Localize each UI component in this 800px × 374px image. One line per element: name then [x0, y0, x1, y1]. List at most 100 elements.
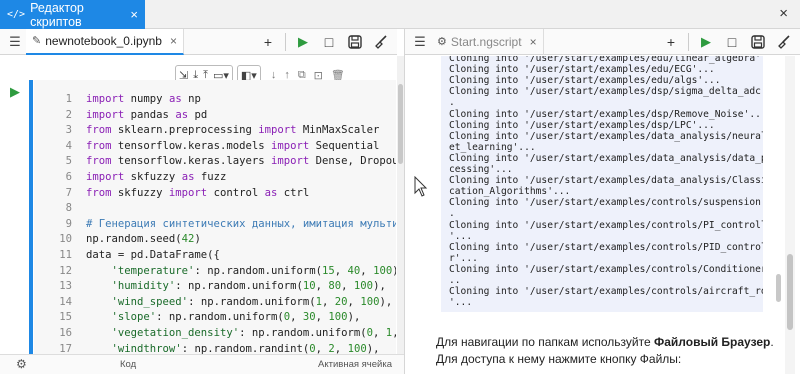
- code-text: from tensorflow.keras.layers import Dens…: [86, 155, 396, 168]
- output-line: Cloning into '/user/start/examples/dsp/s…: [449, 86, 763, 98]
- tab-notebook[interactable]: ✎ newnotebook_0.ipynb ×: [26, 28, 184, 55]
- code-text: import skfuzzy as fuzz: [86, 171, 227, 183]
- scroll-thumb[interactable]: [787, 254, 793, 330]
- add-cell-button[interactable]: +: [256, 31, 280, 53]
- code-text: 'slope': np.random.uniform(0, 30, 100),: [111, 311, 361, 324]
- code-line[interactable]: 16 'vegetation_density': np.random.unifo…: [34, 325, 396, 341]
- code-line[interactable]: 14 'wind_speed': np.random.uniform(1, 20…: [34, 294, 396, 310]
- code-text: 'windthrow': np.random.randint(0, 2, 100…: [111, 342, 380, 354]
- window-tab-script-editor[interactable]: </> Редактор скриптов ×: [0, 0, 145, 29]
- file-icon: ✎: [32, 35, 42, 47]
- code-line[interactable]: 2 import pandas as pd: [34, 107, 396, 123]
- toolbar-separator: [285, 32, 286, 51]
- code-line[interactable]: 4 from tensorflow.keras.models import Seq…: [34, 138, 396, 154]
- output-line: Cloning into '/user/start/examples/data_…: [449, 130, 763, 142]
- status-mode: Код: [120, 359, 137, 370]
- output-line: cessing'...: [449, 164, 513, 175]
- code-text: import numpy as np: [86, 93, 201, 105]
- status-cell: Активная ячейка: [318, 359, 392, 370]
- left-pane-header: ☰ ✎ newnotebook_0.ipynb × + ▶ □: [0, 28, 397, 55]
- code-line[interactable]: 10 np.random.seed(42): [34, 231, 396, 247]
- save-button[interactable]: [746, 31, 770, 53]
- run-cell-icon[interactable]: ▶: [10, 84, 20, 100]
- gear-icon[interactable]: ⚙: [16, 357, 27, 371]
- tab-start-script[interactable]: ⚙ Start.ngscript ×: [431, 28, 544, 55]
- clean-button[interactable]: [369, 31, 393, 53]
- code-text: from sklearn.preprocessing import MinMax…: [86, 124, 380, 137]
- output-line: Cloning into '/user/start/examples/data_…: [449, 152, 763, 164]
- code-text: 'wind_speed': np.random.uniform(1, 20, 1…: [111, 295, 393, 308]
- output-line: ..: [449, 275, 461, 286]
- output-line: Cloning into '/user/start/examples/contr…: [449, 241, 763, 253]
- code-line[interactable]: 8: [34, 200, 396, 216]
- left-toolbar: + ▶ □: [256, 31, 393, 53]
- output-line: Cloning into '/user/start/examples/edu/E…: [449, 64, 715, 76]
- tab-close-icon[interactable]: ×: [530, 35, 537, 49]
- output-line: cation_Algorithms'...: [449, 186, 571, 198]
- tab-start-label: Start.ngscript: [450, 34, 522, 49]
- window-tab-label: Редактор скриптов: [30, 0, 84, 29]
- line-number: 14: [59, 295, 72, 308]
- line-number: 10: [59, 233, 72, 246]
- scroll-thumb[interactable]: [776, 274, 781, 302]
- list-icon[interactable]: ☰: [409, 34, 431, 50]
- close-icon[interactable]: ×: [130, 7, 138, 22]
- code-line[interactable]: 7 from skfuzzy import control as ctrl: [34, 185, 396, 201]
- notebook-scrollbar[interactable]: [397, 56, 404, 354]
- list-icon[interactable]: ☰: [4, 34, 26, 50]
- window-tab-bar: </> Редактор скриптов × ×: [0, 0, 800, 29]
- script-icon: ⚙: [437, 36, 447, 48]
- code-text: import pandas as pd: [86, 108, 208, 121]
- save-button[interactable]: [343, 31, 367, 53]
- code-line[interactable]: 17 'windthrow': np.random.randint(0, 2, …: [34, 341, 396, 354]
- save-icon: [348, 34, 362, 49]
- output-line: Cloning into '/user/start/examples/contr…: [449, 219, 763, 231]
- run-button[interactable]: ▶: [694, 31, 718, 53]
- tab-notebook-label: newnotebook_0.ipynb: [45, 33, 162, 48]
- stop-button[interactable]: □: [720, 31, 744, 53]
- line-number: 9: [65, 217, 72, 230]
- run-button[interactable]: ▶: [291, 31, 315, 53]
- output-line: Cloning into '/user/start/examples/contr…: [449, 263, 763, 275]
- status-bar: ⚙ Код Активная ячейка: [0, 354, 404, 374]
- right-pane-scrollbar[interactable]: [785, 56, 795, 374]
- code-icon: </>: [7, 9, 26, 20]
- output-scrollbar[interactable]: [775, 56, 783, 312]
- stop-button[interactable]: □: [317, 31, 341, 53]
- output-line: r'...: [449, 252, 478, 264]
- code-text: from tensorflow.keras.models import Sequ…: [86, 139, 380, 152]
- code-line[interactable]: 15 'slope': np.random.uniform(0, 30, 100…: [34, 309, 396, 325]
- code-line[interactable]: 5 from tensorflow.keras.layers import Den…: [34, 153, 396, 169]
- line-number: 4: [65, 139, 72, 152]
- output-line: '...: [449, 297, 473, 309]
- output-line: .: [449, 208, 455, 220]
- script-output: Cloning into '/user/start/examples/edu/l…: [441, 56, 763, 312]
- output-line: Cloning into '/user/start/examples/dsp/R…: [449, 108, 763, 120]
- code-text: 'humidity': np.random.uniform(10, 80, 10…: [111, 280, 386, 293]
- line-number: 7: [65, 186, 72, 199]
- code-line[interactable]: 3 from sklearn.preprocessing import MinMa…: [34, 122, 396, 138]
- code-editor[interactable]: 1 import numpy as np 2 import pandas as pd 3…: [34, 80, 396, 354]
- code-text: # Генерация синтетических данных, имитац…: [86, 217, 396, 230]
- active-cell-indicator: [29, 80, 33, 354]
- code-text: np.random.seed(42): [86, 233, 201, 246]
- code-line[interactable]: 12 'temperature': np.random.uniform(15, …: [34, 263, 396, 279]
- notebook-area: ▶ ⇲ ⤓ ⤒ ▭▾ ◧▾ ↓ ↑ ⧉ ⊡ 🗑 1 import numpy as…: [0, 56, 397, 354]
- code-text: 'vegetation_density': np.random.uniform(…: [111, 327, 396, 339]
- code-line[interactable]: 1 import numpy as np: [34, 91, 396, 107]
- code-line[interactable]: 11 data = pd.DataFrame({: [34, 247, 396, 263]
- line-number: 8: [65, 202, 72, 215]
- clean-button[interactable]: [772, 31, 796, 53]
- scroll-thumb[interactable]: [398, 84, 403, 164]
- pane-divider[interactable]: [404, 29, 405, 374]
- output-line: Cloning into '/user/start/examples/edu/a…: [449, 75, 721, 87]
- code-line[interactable]: 6 import skfuzzy as fuzz: [34, 169, 396, 185]
- tab-close-icon[interactable]: ×: [170, 34, 177, 48]
- code-line[interactable]: 9 # Генерация синтетических данных, имита…: [34, 216, 396, 232]
- line-number: 13: [59, 280, 72, 293]
- line-number: 6: [65, 171, 72, 183]
- right-toolbar: + ▶ □: [659, 31, 796, 53]
- code-line[interactable]: 13 'humidity': np.random.uniform(10, 80,…: [34, 278, 396, 294]
- window-close-icon[interactable]: ×: [779, 5, 788, 22]
- add-button[interactable]: +: [659, 31, 683, 53]
